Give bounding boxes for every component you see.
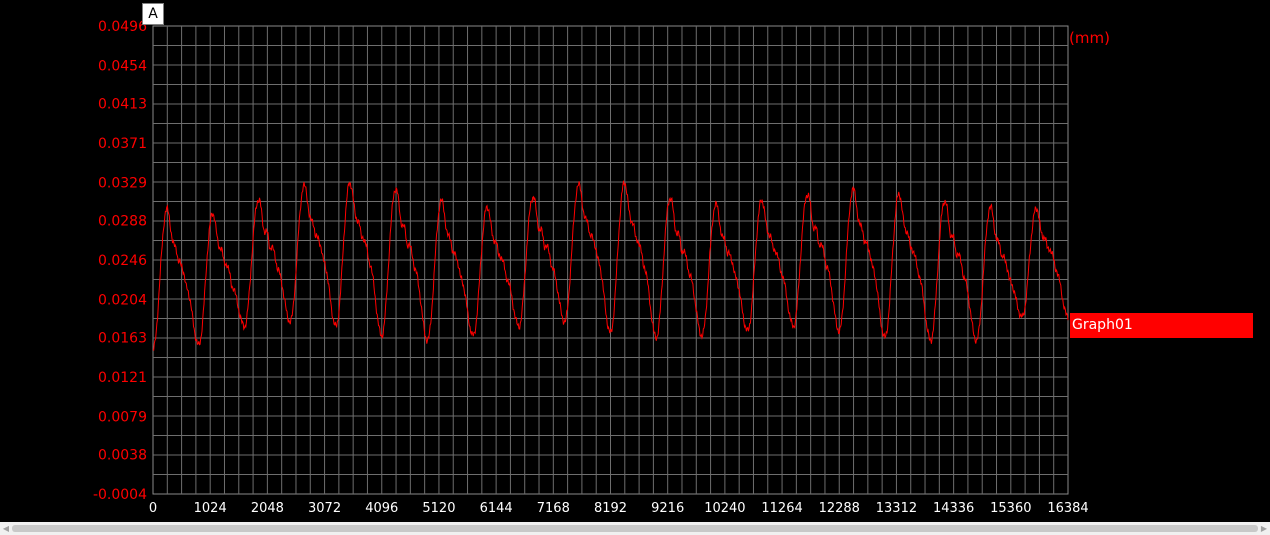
x-tick-label: 0 <box>149 501 157 516</box>
y-tick-label: -0.0004 <box>93 487 147 503</box>
x-tick-label: 4096 <box>365 501 398 516</box>
y-tick-label: 0.0121 <box>98 370 147 386</box>
x-tick-label: 13312 <box>876 501 917 516</box>
y-tick-label: 0.0413 <box>98 97 147 113</box>
line-chart: 0.0496 0.0454 0.0413 0.0371 0.0329 0.0288 0.02… <box>93 19 1110 516</box>
x-tick-label: 11264 <box>761 501 802 516</box>
x-tick-label: 12288 <box>819 501 860 516</box>
x-tick-label: 5120 <box>422 501 455 516</box>
y-tick-label: 0.0371 <box>98 136 147 152</box>
x-tick-label: 16384 <box>1047 501 1088 516</box>
x-tick-label: 1024 <box>194 501 227 516</box>
x-tick-label: 10240 <box>704 501 745 516</box>
scrollbar-thumb[interactable] <box>12 525 1258 532</box>
x-tick-label: 9216 <box>651 501 684 516</box>
y-tick-label: 0.0204 <box>98 292 147 308</box>
y-tick-label: 0.0496 <box>98 19 147 35</box>
x-tick-label: 3072 <box>308 501 341 516</box>
y-axis-ticks: 0.0496 0.0454 0.0413 0.0371 0.0329 0.0288 0.02… <box>93 19 147 503</box>
x-tick-label: 14336 <box>933 501 974 516</box>
x-tick-label: 15360 <box>990 501 1031 516</box>
scroll-left-arrow-icon[interactable]: ◀ <box>0 522 12 535</box>
marker-a-label[interactable]: A <box>142 3 164 25</box>
scroll-right-arrow-icon[interactable]: ▶ <box>1258 522 1270 535</box>
x-tick-label: 2048 <box>251 501 284 516</box>
horizontal-scrollbar[interactable]: ◀ ▶ <box>0 522 1270 535</box>
y-tick-label: 0.0288 <box>98 214 147 230</box>
x-tick-label: 8192 <box>594 501 627 516</box>
legend-entry-graph01[interactable]: Graph01 <box>1070 313 1253 338</box>
y-tick-label: 0.0329 <box>98 175 147 191</box>
x-tick-label: 6144 <box>480 501 513 516</box>
y-tick-label: 0.0246 <box>98 253 147 269</box>
legend-entry-label: Graph01 <box>1072 317 1133 333</box>
y-axis-unit-label: (mm) <box>1069 29 1110 47</box>
y-tick-label: 0.0454 <box>98 58 147 74</box>
x-axis-ticks: 0 1024 2048 3072 4096 5120 6144 7168 8192 9216 102… <box>149 501 1089 516</box>
y-tick-label: 0.0038 <box>98 448 147 464</box>
x-tick-label: 7168 <box>537 501 570 516</box>
y-tick-label: 0.0079 <box>98 409 147 425</box>
y-tick-label: 0.0163 <box>98 331 147 347</box>
